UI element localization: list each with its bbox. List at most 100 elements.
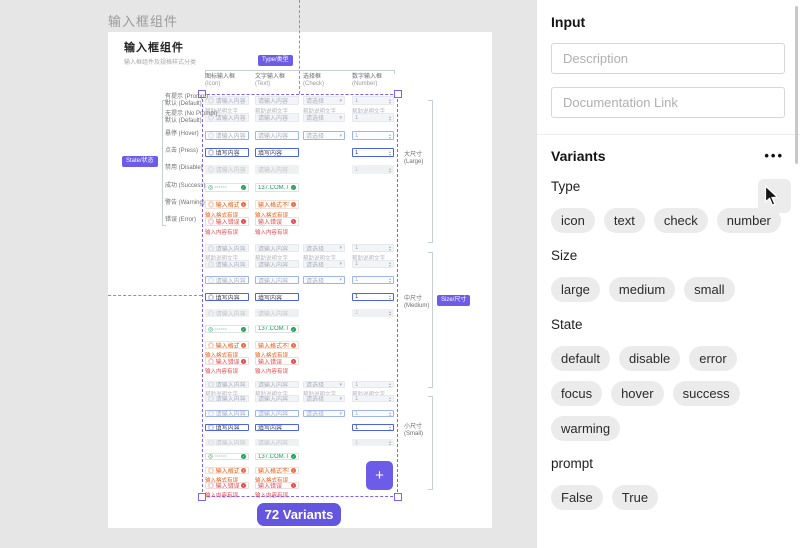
state-property-badge[interactable]: State/状态 xyxy=(122,156,158,167)
selection-handle-top-right[interactable] xyxy=(394,90,402,98)
variant-cell-default[interactable]: 1▴▾ xyxy=(352,113,394,122)
selection-handle-bottom-right[interactable] xyxy=(394,493,402,501)
variant-chip-warming[interactable]: warming xyxy=(551,416,620,441)
variant-cell-press[interactable]: 填写内容 xyxy=(255,424,299,431)
variant-cell-hover[interactable]: 1▴▾ xyxy=(352,276,394,284)
variant-cell-warning[interactable]: ◎ 输入格式不符! xyxy=(205,467,249,474)
variant-cell-default[interactable]: 1▴▾ xyxy=(352,381,394,388)
variant-cell-default[interactable]: 1▴▾ xyxy=(352,260,394,268)
variant-cell-default[interactable]: ◎ 请输入内容 xyxy=(205,395,249,402)
state-row-label: 点击 (Press) xyxy=(165,148,201,155)
variant-chip-false[interactable]: False xyxy=(551,485,603,510)
variant-cell-press[interactable]: ◎ 填写内容 xyxy=(205,424,249,431)
variant-cell-warning[interactable]: ◎ 输入格式不符! xyxy=(205,341,249,349)
variant-cell-hover[interactable]: 请输入内容 xyxy=(255,410,299,417)
variant-cell-success[interactable]: ◎ ⋯⋯✓ xyxy=(205,453,249,460)
variant-chip-small[interactable]: small xyxy=(684,277,734,302)
variant-cell-success[interactable]: ◎ ⋯⋯✓ xyxy=(205,183,249,192)
variant-cell-error[interactable]: 输入错误! xyxy=(255,482,299,489)
type-row-menu-button[interactable]: ⋯ xyxy=(758,179,791,213)
variant-chip-disable[interactable]: disable xyxy=(619,346,680,371)
variant-cell-default[interactable]: 请选择▾ xyxy=(303,96,345,105)
variant-cell-error[interactable]: 输入错误! xyxy=(255,217,299,226)
variant-cell-disable[interactable]: 1▴▾ xyxy=(352,309,394,317)
variant-cell-error[interactable]: ◎ 输入错误! xyxy=(205,482,249,489)
variant-cell-default[interactable]: ◎ 请输入内容 xyxy=(205,244,249,252)
variant-cell-hover[interactable]: 1▴▾ xyxy=(352,410,394,417)
type-property-badge[interactable]: Type/类型 xyxy=(258,55,293,66)
variant-cell-disable[interactable]: 1▴▾ xyxy=(352,165,394,174)
variant-cell-press[interactable]: 1▴▾ xyxy=(352,424,394,431)
helper-text-error: 输入内容有误 xyxy=(205,367,238,375)
variant-cell-disable[interactable]: ◎ 请输入内容 xyxy=(205,165,249,174)
variant-chip-focus[interactable]: focus xyxy=(551,381,602,406)
variant-cell-default[interactable]: 请输入内容 xyxy=(255,381,299,388)
variant-cell-disable[interactable]: ◎ 请输入内容 xyxy=(205,309,249,317)
variant-cell-press[interactable]: ◎ 填写内容 xyxy=(205,293,249,301)
variant-cell-error[interactable]: 输入错误! xyxy=(255,357,299,365)
variant-cell-hover[interactable]: 请选择▾ xyxy=(303,410,345,417)
variant-cell-warning[interactable]: 输入格式不符! xyxy=(255,200,299,209)
variant-cell-disable[interactable]: 请输入内容 xyxy=(255,165,299,174)
variant-chip-success[interactable]: success xyxy=(673,381,740,406)
description-input[interactable] xyxy=(551,43,785,74)
variant-chip-hover[interactable]: hover xyxy=(611,381,664,406)
variant-cell-default[interactable]: 请选择▾ xyxy=(303,395,345,402)
variant-cell-hover[interactable]: 请输入内容 xyxy=(255,276,299,284)
variant-cell-default[interactable]: 1▴▾ xyxy=(352,244,394,252)
variant-cell-success[interactable]: 137.COM.TYKB✓ xyxy=(255,453,299,460)
variant-cell-default[interactable]: 请输入内容 xyxy=(255,244,299,252)
variant-cell-default[interactable]: 请选择▾ xyxy=(303,113,345,122)
variant-cell-default[interactable]: 请输入内容 xyxy=(255,113,299,122)
variant-cell-disable[interactable]: 请输入内容 xyxy=(255,439,299,446)
variant-chip-error[interactable]: error xyxy=(689,346,736,371)
variant-cell-default[interactable]: ◎ 请输入内容 xyxy=(205,381,249,388)
variant-cell-disable[interactable]: 1▴▾ xyxy=(352,439,394,446)
variant-cell-warning[interactable]: 输入格式不符! xyxy=(255,467,299,474)
variant-cell-success[interactable]: 137.COM.TYKB✓ xyxy=(255,183,299,192)
variant-cell-hover[interactable]: ◎ 请输入内容 xyxy=(205,410,249,417)
variant-cell-disable[interactable]: ◎ 请输入内容 xyxy=(205,439,249,446)
variant-cell-hover[interactable]: ◎ 请输入内容 xyxy=(205,131,249,140)
variant-cell-warning[interactable]: ◎ 输入格式不符! xyxy=(205,200,249,209)
variant-cell-default[interactable]: 1▴▾ xyxy=(352,395,394,402)
variant-chip-check[interactable]: check xyxy=(654,208,708,233)
variant-cell-default[interactable]: 请选择▾ xyxy=(303,260,345,268)
variant-cell-default[interactable]: 请选择▾ xyxy=(303,244,345,252)
variant-cell-hover[interactable]: 1▴▾ xyxy=(352,131,394,140)
variants-menu-icon[interactable]: ••• xyxy=(764,151,784,161)
variant-cell-success[interactable]: ◎ ⋯⋯✓ xyxy=(205,325,249,333)
variant-cell-default[interactable]: 请输入内容 xyxy=(255,260,299,268)
variant-cell-default[interactable]: ◎ 请输入内容 xyxy=(205,260,249,268)
variant-cell-press[interactable]: 填写内容 xyxy=(255,293,299,301)
variant-cell-press[interactable]: 填写内容 xyxy=(255,148,299,157)
variant-chip-text[interactable]: text xyxy=(604,208,645,233)
variant-cell-default[interactable]: 请输入内容 xyxy=(255,395,299,402)
variant-chip-icon[interactable]: icon xyxy=(551,208,595,233)
variant-cell-default[interactable]: ◎ 请输入内容 xyxy=(205,96,249,105)
size-property-badge[interactable]: Size/尺寸 xyxy=(437,295,470,306)
variant-chip-large[interactable]: large xyxy=(551,277,600,302)
variant-cell-hover[interactable]: 请选择▾ xyxy=(303,131,345,140)
variant-cell-hover[interactable]: ◎ 请输入内容 xyxy=(205,276,249,284)
design-canvas[interactable]: 输入框组件 输入框组件 输入框组件及规格样式分类 Type/类型 State/状… xyxy=(0,0,536,548)
variant-cell-press[interactable]: ◎ 填写内容 xyxy=(205,148,249,157)
documentation-link-input[interactable] xyxy=(551,87,785,118)
variant-chip-medium[interactable]: medium xyxy=(609,277,675,302)
variant-cell-warning[interactable]: 输入格式不符! xyxy=(255,341,299,349)
variant-cell-error[interactable]: ◎ 输入错误! xyxy=(205,357,249,365)
add-variant-button[interactable]: + xyxy=(366,461,393,490)
variant-cell-disable[interactable]: 请输入内容 xyxy=(255,309,299,317)
variant-cell-press[interactable]: 1▴▾ xyxy=(352,293,394,301)
variant-chip-default[interactable]: default xyxy=(551,346,610,371)
variant-cell-default[interactable]: 请输入内容 xyxy=(255,96,299,105)
variant-chip-true[interactable]: True xyxy=(612,485,658,510)
variant-cell-default[interactable]: 1▴▾ xyxy=(352,96,394,105)
variant-cell-press[interactable]: 1▴▾ xyxy=(352,148,394,157)
variant-cell-success[interactable]: 137.COM.TYKB✓ xyxy=(255,325,299,333)
variant-cell-hover[interactable]: 请输入内容 xyxy=(255,131,299,140)
panel-scrollbar[interactable] xyxy=(795,6,798,164)
variant-cell-error[interactable]: ◎ 输入错误! xyxy=(205,217,249,226)
variant-cell-hover[interactable]: 请选择▾ xyxy=(303,276,345,284)
variant-cell-default[interactable]: 请选择▾ xyxy=(303,381,345,388)
